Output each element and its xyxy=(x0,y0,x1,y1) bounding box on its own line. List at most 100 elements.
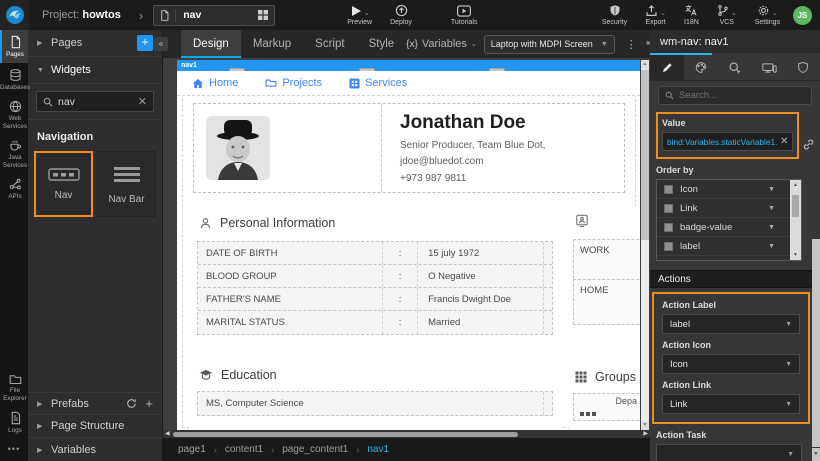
checkbox[interactable] xyxy=(664,204,673,213)
tab-properties[interactable] xyxy=(650,55,684,80)
rail-item-java-services[interactable]: Java Services xyxy=(0,134,28,173)
profile-email[interactable]: jdoe@bluedot.com xyxy=(400,156,545,167)
checkbox[interactable] xyxy=(664,242,673,251)
selected-widget-bar[interactable]: nav1 xyxy=(177,60,640,71)
device-select[interactable]: Laptop with MDPI Screen ▼ xyxy=(484,35,615,54)
variables-accordion[interactable]: ▶ Variables xyxy=(28,438,162,461)
add-page-button[interactable]: + xyxy=(137,35,153,51)
breadcrumb-nav1[interactable]: nav1 xyxy=(367,444,389,455)
widgets-accordion[interactable]: ▼ Widgets xyxy=(28,57,162,84)
scroll-right-icon[interactable]: ▶ xyxy=(643,430,648,438)
page-structure-accordion[interactable]: ▶ Page Structure xyxy=(28,415,162,438)
more-tools-icon[interactable]: ⋮ xyxy=(626,38,637,51)
scroll-down-icon[interactable]: ▼ xyxy=(793,252,798,258)
collapse-panel-icon[interactable]: « xyxy=(154,37,168,51)
rail-item-pages[interactable]: Pages xyxy=(0,30,28,63)
breadcrumb-page-content1[interactable]: page_content1 xyxy=(282,444,348,455)
clear-search-icon[interactable]: ✕ xyxy=(138,95,147,108)
tab-device[interactable] xyxy=(752,55,786,80)
design-canvas[interactable]: nav1 Home Projects Services xyxy=(177,60,640,430)
i18n-button[interactable]: I18N xyxy=(684,4,699,26)
nav-widget[interactable]: Home Projects Services xyxy=(177,71,640,96)
page-selector[interactable]: nav xyxy=(153,5,275,26)
prefabs-accordion[interactable]: ▶ Prefabs + xyxy=(28,392,162,415)
table-row[interactable]: MARITAL STATUS : Married xyxy=(198,311,552,334)
scroll-down-icon[interactable]: ▼ xyxy=(812,448,820,461)
vertical-scroll-thumb[interactable] xyxy=(641,70,649,240)
contact-panel[interactable]: WORK HOME xyxy=(569,206,640,366)
add-prefab-icon[interactable]: + xyxy=(145,398,153,409)
profile-photo[interactable] xyxy=(206,116,270,180)
listbox-scrollbar[interactable]: ▲ ▼ xyxy=(790,180,801,260)
checkbox[interactable] xyxy=(664,185,673,194)
tab-security[interactable] xyxy=(786,55,820,80)
widget-tile-nav[interactable]: Nav xyxy=(34,151,93,217)
order-by-item-badge-value[interactable]: badge-value ▼ xyxy=(657,218,801,237)
tutorials-button[interactable]: Tutorials xyxy=(451,4,478,26)
nav-item-home[interactable]: Home xyxy=(192,77,238,89)
rail-item-logs[interactable]: Logs xyxy=(0,406,28,439)
canvas-horizontal-scrollbar[interactable]: ◀ ▶ xyxy=(163,430,650,438)
profile-role[interactable]: Senior Producer, Team Blue Dot, xyxy=(400,140,545,151)
breadcrumb-page1[interactable]: page1 xyxy=(178,444,206,455)
value-binding-input[interactable] xyxy=(667,137,777,147)
properties-search-input[interactable] xyxy=(679,90,805,101)
profile-widget[interactable]: Jonathan Doe Senior Producer, Team Blue … xyxy=(193,103,625,193)
scroll-up-icon[interactable]: ▲ xyxy=(793,182,798,188)
profile-name[interactable]: Jonathan Doe xyxy=(400,112,545,134)
scroll-up-icon[interactable]: ▲ xyxy=(641,60,649,69)
action-task-select[interactable]: ▼ xyxy=(656,444,802,461)
pages-accordion[interactable]: ▶ Pages + xyxy=(28,30,162,57)
deploy-button[interactable]: Deploy xyxy=(390,4,412,26)
rail-item-databases[interactable]: Databases xyxy=(0,63,28,96)
order-by-item-label[interactable]: label ▼ xyxy=(657,237,801,256)
tab-design[interactable]: Design xyxy=(181,30,241,58)
canvas-vertical-scrollbar[interactable]: ▲ ▼ xyxy=(641,60,649,430)
groups-cell[interactable]: Depa▼ ▶ xyxy=(573,393,640,421)
contact-cell-home[interactable]: HOME xyxy=(573,279,640,325)
page-grid-icon[interactable] xyxy=(252,9,274,21)
rail-item-file-explorer[interactable]: File Explorer xyxy=(0,368,28,406)
action-icon-select[interactable]: Icon ▼ xyxy=(662,354,800,374)
bind-link-icon[interactable] xyxy=(802,138,815,151)
tab-style[interactable]: Style xyxy=(357,30,407,58)
wavemaker-logo-icon[interactable] xyxy=(0,0,30,30)
rail-item-web-services[interactable]: Web Services xyxy=(0,95,28,134)
panel-scroll-thumb[interactable] xyxy=(812,239,820,447)
table-row[interactable]: FATHER'S NAME : Francis Dwight Doe xyxy=(198,288,552,311)
checkbox[interactable] xyxy=(664,223,673,232)
refresh-icon[interactable] xyxy=(126,398,137,409)
nav-item-services[interactable]: Services xyxy=(349,77,407,89)
clear-binding-icon[interactable]: ✕ xyxy=(780,136,788,147)
panel-scrollbar[interactable]: ▼ xyxy=(812,237,820,461)
profile-phone[interactable]: +973 987 9811 xyxy=(400,173,545,184)
groups-panel[interactable]: Groups Depa▼ ▶ xyxy=(569,360,640,430)
contact-cell-work[interactable]: WORK xyxy=(573,239,640,279)
breadcrumb-content1[interactable]: content1 xyxy=(225,444,263,455)
groups-dropdown[interactable]: Depa▼ xyxy=(616,396,640,406)
value-binding-field[interactable]: ✕ xyxy=(662,132,793,151)
widget-search-input[interactable] xyxy=(58,96,133,108)
order-by-item-link[interactable]: Link ▼ xyxy=(657,199,801,218)
tab-styles[interactable] xyxy=(684,55,718,80)
horizontal-scroll-thumb[interactable] xyxy=(173,432,518,437)
export-button[interactable]: ⌄ Export xyxy=(645,4,666,26)
security-button[interactable]: Security xyxy=(602,4,627,26)
tab-script[interactable]: Script xyxy=(303,30,356,58)
table-row[interactable]: DATE OF BIRTH : 15 july 1972 xyxy=(198,242,552,265)
tab-markup[interactable]: Markup xyxy=(241,30,303,58)
personal-info-panel[interactable]: Personal Information DATE OF BIRTH : 15 … xyxy=(189,206,561,348)
listbox-scroll-thumb[interactable] xyxy=(792,195,799,217)
table-row[interactable]: BLOOD GROUP : O Negative xyxy=(198,265,552,288)
widget-tile-nav-bar[interactable]: Nav Bar xyxy=(97,151,156,217)
variables-dropdown[interactable]: {x} Variables ⌄ xyxy=(406,38,477,50)
order-by-item-icon[interactable]: Icon ▼ xyxy=(657,180,801,199)
action-link-select[interactable]: Link ▼ xyxy=(662,394,800,414)
scroll-left-icon[interactable]: ◀ xyxy=(165,430,170,438)
education-panel[interactable]: Education MS, Computer Science xyxy=(189,358,561,430)
action-label-select[interactable]: label ▼ xyxy=(662,314,800,334)
vcs-button[interactable]: ⌄ VCS xyxy=(717,4,737,26)
nav-item-projects[interactable]: Projects xyxy=(265,77,322,89)
scroll-down-icon[interactable]: ▼ xyxy=(641,421,649,430)
tab-inspect[interactable] xyxy=(718,55,752,80)
